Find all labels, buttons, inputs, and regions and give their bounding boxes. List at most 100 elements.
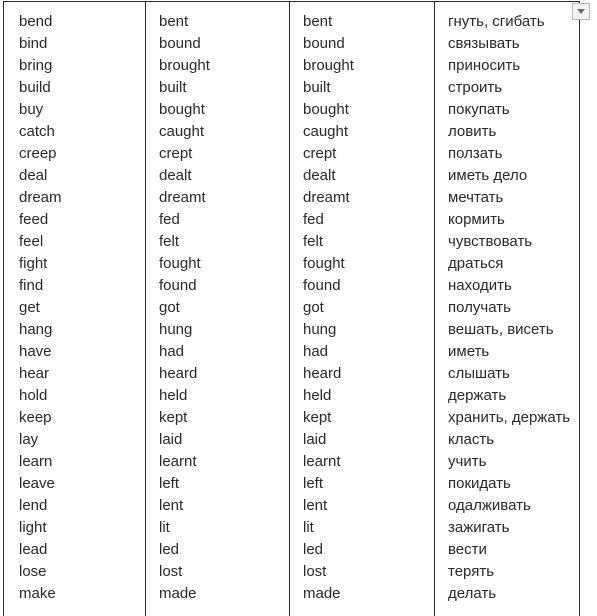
table-cell: get xyxy=(19,299,40,316)
table-cell: мечтать xyxy=(448,189,504,206)
table-cell: покупать xyxy=(448,101,510,118)
table-cell: learn xyxy=(19,453,53,470)
table-cell: dreamt xyxy=(303,189,350,206)
table-cell: lit xyxy=(303,519,314,536)
table-cell: crept xyxy=(159,145,193,162)
table-cell: bend xyxy=(19,13,53,30)
table-cell: built xyxy=(303,79,331,96)
table-cell: fed xyxy=(159,211,180,228)
table-cell: класть xyxy=(448,431,495,448)
table-cell: слышать xyxy=(448,365,510,382)
table-cell: lead xyxy=(19,541,48,558)
table-cell: caught xyxy=(303,123,349,140)
table-cell: brought xyxy=(159,57,210,74)
table-cell: lend xyxy=(19,497,48,514)
table-cell: made xyxy=(159,585,197,602)
table-cell: зажигать xyxy=(448,519,510,536)
table-cell: связывать xyxy=(448,35,520,52)
table-cell: laid xyxy=(159,431,183,448)
table-cell: lent xyxy=(303,497,328,514)
table-cell: buy xyxy=(19,101,44,118)
table-cell: чувствовать xyxy=(448,233,533,250)
table-cell: crept xyxy=(303,145,337,162)
table-cell: покидать xyxy=(448,475,511,492)
table-cell: found xyxy=(303,277,341,294)
irregular-verbs-table: bend bind bring build buy catch creep deal dream… xyxy=(3,1,580,616)
table-cell: build xyxy=(19,79,51,96)
table-cell: lit xyxy=(159,519,170,536)
table-cell: feel xyxy=(19,233,44,250)
table-cell: left xyxy=(159,475,180,492)
table-cell: dealt xyxy=(159,167,192,184)
table-cell: light xyxy=(19,519,47,536)
table-cell: dealt xyxy=(303,167,336,184)
table-cell: keep xyxy=(19,409,52,426)
table-cell: приносить xyxy=(448,57,521,74)
table-cell: строить xyxy=(448,79,503,96)
table-cell: lose xyxy=(19,563,47,580)
table-cell: lay xyxy=(19,431,39,448)
table-cell: held xyxy=(303,387,332,404)
table-cell: have xyxy=(19,343,52,360)
table-cell: made xyxy=(303,585,341,602)
table-cell: feed xyxy=(19,211,49,228)
table-cell: ползать xyxy=(448,145,503,162)
table-cell: bent xyxy=(159,13,189,30)
table-cell: hold xyxy=(19,387,48,404)
chevron-down-icon xyxy=(577,9,585,14)
table-cell: kept xyxy=(159,409,188,426)
table-cell: dreamt xyxy=(159,189,206,206)
table-cell: гнуть, сгибать xyxy=(448,13,545,30)
table-cell: bound xyxy=(159,35,201,52)
table-cell: lost xyxy=(303,563,327,580)
table-cell: learnt xyxy=(303,453,341,470)
table-cell: хранить, держать xyxy=(448,409,571,426)
table-cell: вести xyxy=(448,541,487,558)
table-cell: caught xyxy=(159,123,205,140)
table-cell: fought xyxy=(159,255,201,272)
table-cell: had xyxy=(159,343,185,360)
table-cell: fed xyxy=(303,211,324,228)
table-cell: dream xyxy=(19,189,62,206)
table-cell: learnt xyxy=(159,453,197,470)
column-russian-translation: гнуть, сгибать связывать приносить строить п… xyxy=(435,2,579,616)
table-cell: находить xyxy=(448,277,512,294)
table-cell: bound xyxy=(303,35,345,52)
table-cell: bind xyxy=(19,35,48,52)
table-cell: терять xyxy=(448,563,495,580)
table-cell: fight xyxy=(19,255,48,272)
table-cell: held xyxy=(159,387,188,404)
table-cell: bring xyxy=(19,57,53,74)
table-cell: find xyxy=(19,277,44,294)
table-cell: hang xyxy=(19,321,53,338)
table-cell: brought xyxy=(303,57,354,74)
table-cell: иметь дело xyxy=(448,167,528,184)
table-cell: учить xyxy=(448,453,487,470)
table-cell: fought xyxy=(303,255,345,272)
table-cell: leave xyxy=(19,475,55,492)
table-cell: одалживать xyxy=(448,497,531,514)
table-cell: lent xyxy=(159,497,184,514)
column-past-participle: bent bound brought built bought caught crept de… xyxy=(290,2,435,616)
table-cell: had xyxy=(303,343,329,360)
table-cell: вешать, висеть xyxy=(448,321,554,338)
table-cell: got xyxy=(303,299,324,316)
table-cell: делать xyxy=(448,585,497,602)
table-cell: hung xyxy=(303,321,337,338)
table-cell: felt xyxy=(303,233,324,250)
column-past-simple: bent bound brought built bought caught crept de… xyxy=(146,2,290,616)
table-cell: got xyxy=(159,299,180,316)
table-cell: hear xyxy=(19,365,50,382)
table-cell: иметь xyxy=(448,343,490,360)
table-cell: получать xyxy=(448,299,511,316)
table-cell: bought xyxy=(303,101,349,118)
table-cell: felt xyxy=(159,233,180,250)
table-cell: led xyxy=(159,541,180,558)
page-root: bend bind bring build buy catch creep deal dream… xyxy=(0,0,597,616)
table-cell: found xyxy=(159,277,197,294)
scroll-down-button[interactable] xyxy=(572,3,590,20)
table-cell: bent xyxy=(303,13,333,30)
table-cell: kept xyxy=(303,409,332,426)
table-cell: драться xyxy=(448,255,504,272)
table-cell: left xyxy=(303,475,324,492)
